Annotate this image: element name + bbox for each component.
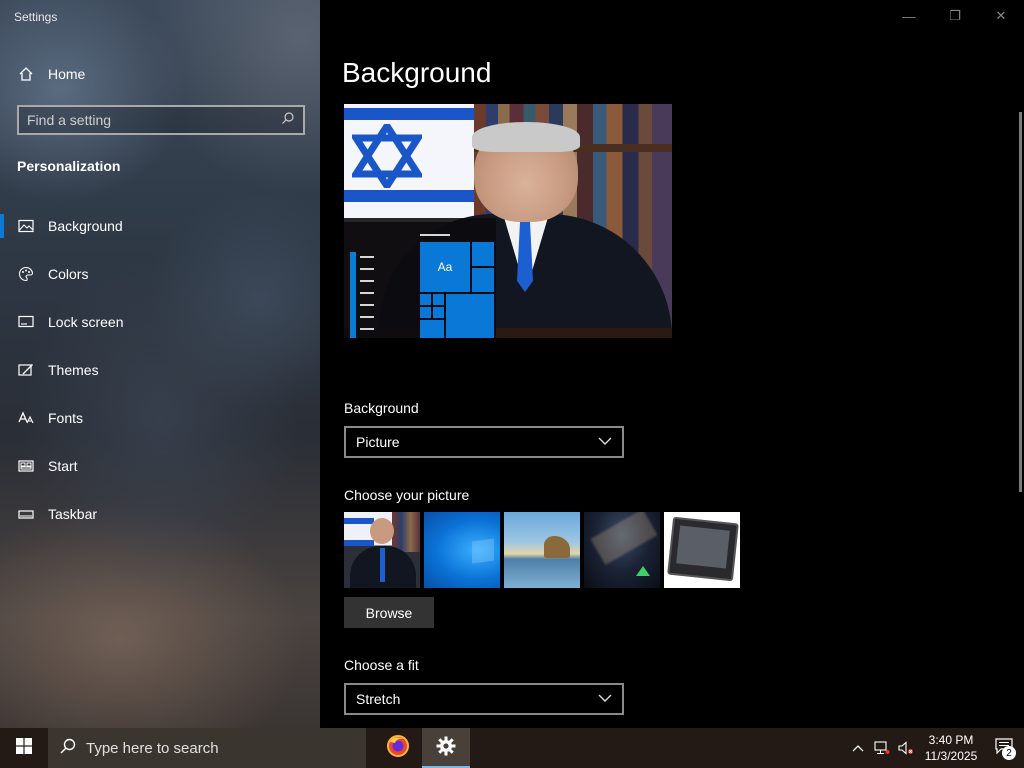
sidebar-item-label: Fonts xyxy=(48,410,84,426)
sidebar-item-label: Start xyxy=(48,458,78,474)
notification-count-badge: 2 xyxy=(1002,746,1016,760)
browse-button[interactable]: Browse xyxy=(344,597,434,628)
home-icon xyxy=(17,65,35,83)
start-button[interactable] xyxy=(0,728,48,768)
search-icon xyxy=(60,738,76,759)
settings-search-input[interactable] xyxy=(27,112,281,128)
fit-dropdown[interactable]: Stretch xyxy=(344,683,624,715)
taskbar: Type here to search 3:40 PM 11/3/2025 2 xyxy=(0,728,1024,768)
clock-time: 3:40 PM xyxy=(928,733,974,747)
fonts-icon xyxy=(17,409,35,427)
taskbar-icon xyxy=(17,505,35,523)
firefox-icon xyxy=(386,734,410,763)
sidebar: Settings Home Personalization Background… xyxy=(0,0,320,728)
background-dropdown[interactable]: Picture xyxy=(344,426,624,458)
preview-start-menu: Aa xyxy=(344,218,496,338)
lock-screen-icon xyxy=(17,313,35,331)
home-label: Home xyxy=(48,66,86,82)
minimize-button[interactable]: — xyxy=(886,0,932,32)
preview-tile: Aa xyxy=(420,242,470,292)
clock-date: 11/3/2025 xyxy=(924,749,978,763)
background-preview: Aa xyxy=(344,104,672,338)
chevron-down-icon xyxy=(598,433,612,451)
windows-logo-icon xyxy=(16,737,32,759)
taskbar-search-placeholder: Type here to search xyxy=(86,739,219,757)
sidebar-item-label: Background xyxy=(48,218,123,234)
sidebar-item-start[interactable]: Start xyxy=(0,442,320,490)
app-title: Settings xyxy=(14,10,58,24)
picture-thumbnail-beach[interactable] xyxy=(504,512,580,588)
sidebar-item-label: Lock screen xyxy=(48,314,124,330)
themes-icon xyxy=(17,361,35,379)
sidebar-item-lock-screen[interactable]: Lock screen xyxy=(0,298,320,346)
picture-thumbnail-tablet[interactable] xyxy=(664,512,740,588)
network-icon[interactable] xyxy=(870,728,894,768)
nav-list: Background Colors Lock screen Themes Fon… xyxy=(0,202,320,538)
settings-search-box[interactable] xyxy=(17,105,305,135)
sidebar-item-taskbar[interactable]: Taskbar xyxy=(0,490,320,538)
nav-home[interactable]: Home xyxy=(0,58,320,90)
page-title: Background xyxy=(342,57,492,88)
section-title: Personalization xyxy=(17,158,121,174)
fit-dropdown-value: Stretch xyxy=(356,691,401,707)
volume-muted-icon[interactable] xyxy=(894,728,918,768)
system-tray: 3:40 PM 11/3/2025 2 xyxy=(846,728,1024,768)
palette-icon xyxy=(17,265,35,283)
sidebar-item-label: Taskbar xyxy=(48,506,98,522)
sidebar-item-colors[interactable]: Colors xyxy=(0,250,320,298)
main-pane: — ❐ ✕ Background Aa Background Picture C… xyxy=(320,0,1024,728)
taskbar-search[interactable]: Type here to search xyxy=(48,728,366,768)
search-icon[interactable] xyxy=(281,111,295,130)
chevron-down-icon xyxy=(598,690,612,708)
choose-picture-label: Choose your picture xyxy=(344,487,470,503)
sidebar-item-label: Themes xyxy=(48,362,99,378)
sidebar-item-label: Colors xyxy=(48,266,89,282)
window-controls: — ❐ ✕ xyxy=(886,0,1024,32)
picture-thumbnails xyxy=(344,512,740,588)
picture-thumbnail-portrait[interactable] xyxy=(344,512,420,588)
start-icon xyxy=(17,457,35,475)
picture-thumbnail-windows[interactable] xyxy=(424,512,500,588)
picture-thumbnail-night-sky[interactable] xyxy=(584,512,660,588)
action-center-button[interactable]: 2 xyxy=(984,728,1024,768)
taskbar-clock[interactable]: 3:40 PM 11/3/2025 xyxy=(918,732,984,764)
scrollbar[interactable] xyxy=(1019,112,1022,492)
chevron-up-icon[interactable] xyxy=(846,728,870,768)
taskbar-app-settings[interactable] xyxy=(422,728,470,768)
sidebar-item-background[interactable]: Background xyxy=(0,202,320,250)
maximize-button[interactable]: ❐ xyxy=(932,0,978,32)
sidebar-item-themes[interactable]: Themes xyxy=(0,346,320,394)
close-button[interactable]: ✕ xyxy=(978,0,1024,32)
background-label: Background xyxy=(344,400,419,416)
gear-icon xyxy=(436,736,456,761)
background-dropdown-value: Picture xyxy=(356,434,400,450)
taskbar-app-firefox[interactable] xyxy=(374,728,422,768)
choose-fit-label: Choose a fit xyxy=(344,657,419,673)
image-icon xyxy=(17,217,35,235)
sidebar-item-fonts[interactable]: Fonts xyxy=(0,394,320,442)
